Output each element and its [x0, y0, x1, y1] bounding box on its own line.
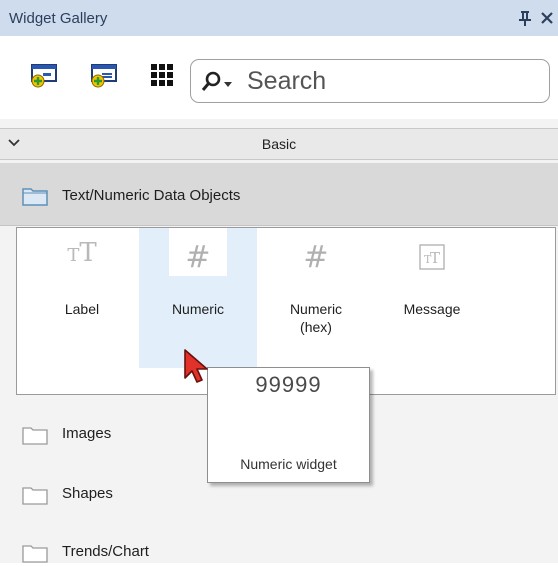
section-title: Basic — [261, 136, 297, 152]
search-input[interactable] — [247, 66, 537, 96]
hash-icon: # — [303, 240, 329, 275]
widget-numeric-hex[interactable]: # Numeric (hex) — [257, 228, 375, 368]
widget-label-text: Label — [64, 301, 100, 317]
title-bar: Widget Gallery — [0, 0, 558, 36]
widget-message-text: Message — [403, 301, 461, 317]
pin-icon[interactable] — [518, 9, 532, 27]
category-label: Shapes — [62, 485, 113, 502]
folder-icon — [22, 545, 48, 563]
folder-icon — [22, 188, 48, 206]
folder-icon — [22, 427, 48, 445]
category-shapes[interactable]: Shapes — [0, 479, 558, 509]
tooltip-preview-value: 99999 — [255, 372, 322, 397]
hash-icon: # — [185, 240, 211, 275]
widget-numeric[interactable]: # Numeric — [139, 228, 257, 368]
add-widget-button[interactable] — [28, 59, 60, 91]
category-label: Trends/Chart — [62, 543, 149, 560]
grid-view-icon — [151, 64, 173, 86]
widget-numeric-text: Numeric — [171, 301, 225, 317]
mouse-cursor-icon — [184, 349, 208, 383]
widget-label[interactable]: TT Label — [23, 228, 141, 368]
search-icon[interactable] — [200, 70, 234, 94]
folder-icon — [22, 487, 48, 505]
widget-message[interactable]: T T Message — [373, 228, 491, 368]
category-label: Text/Numeric Data Objects — [62, 187, 241, 204]
svg-text:T: T — [430, 249, 440, 267]
message-widget-icon: T T — [373, 238, 491, 278]
label-widget-icon: TT — [67, 238, 97, 268]
section-header-basic[interactable]: Basic — [0, 128, 558, 160]
close-icon[interactable] — [539, 9, 555, 27]
grid-view-button[interactable] — [146, 59, 178, 91]
category-label: Images — [62, 425, 112, 442]
tooltip-description: Numeric widget — [240, 456, 337, 472]
search-box[interactable] — [190, 59, 550, 103]
add-screen-icon — [91, 64, 117, 88]
toolbar — [0, 36, 558, 116]
category-text-numeric[interactable]: Text/Numeric Data Objects — [0, 163, 558, 226]
window-title: Widget Gallery — [9, 9, 108, 27]
widget-numeric-hex-text: Numeric (hex) — [289, 301, 343, 335]
widget-tooltip: 99999 Numeric widget — [207, 367, 370, 483]
add-screen-button[interactable] — [88, 59, 120, 91]
add-widget-icon — [31, 64, 57, 88]
